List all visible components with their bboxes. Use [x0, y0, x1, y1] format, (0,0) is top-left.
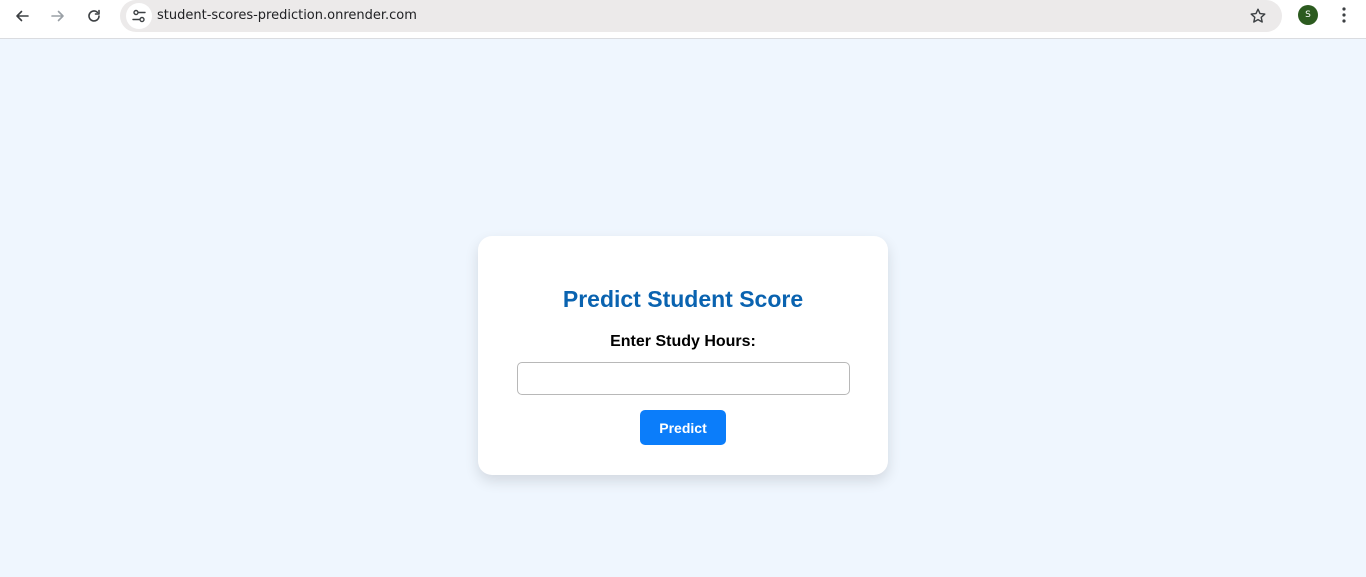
site-info-button[interactable] — [126, 3, 152, 29]
prediction-card: Predict Student Score Enter Study Hours:… — [478, 236, 888, 475]
tune-icon — [132, 9, 146, 23]
browser-toolbar: student-scores-prediction.onrender.com S — [0, 0, 1366, 39]
profile-avatar[interactable]: S — [1298, 5, 1318, 25]
arrow-right-icon — [51, 10, 64, 22]
browser-menu-button[interactable] — [1334, 4, 1354, 26]
kebab-menu-icon — [1342, 7, 1346, 23]
bookmark-button[interactable] — [1246, 4, 1270, 28]
study-hours-label: Enter Study Hours: — [610, 333, 756, 350]
reload-icon — [88, 9, 100, 22]
study-hours-input[interactable] — [517, 362, 850, 395]
arrow-left-icon — [16, 10, 29, 22]
reload-button[interactable] — [81, 3, 107, 29]
address-bar[interactable]: student-scores-prediction.onrender.com — [120, 0, 1282, 32]
star-icon — [1250, 8, 1266, 23]
page-title: Predict Student Score — [562, 286, 804, 312]
url-text[interactable]: student-scores-prediction.onrender.com — [157, 8, 417, 23]
forward-button[interactable] — [45, 3, 71, 29]
back-button[interactable] — [9, 3, 35, 29]
predict-button[interactable]: Predict — [640, 410, 726, 445]
